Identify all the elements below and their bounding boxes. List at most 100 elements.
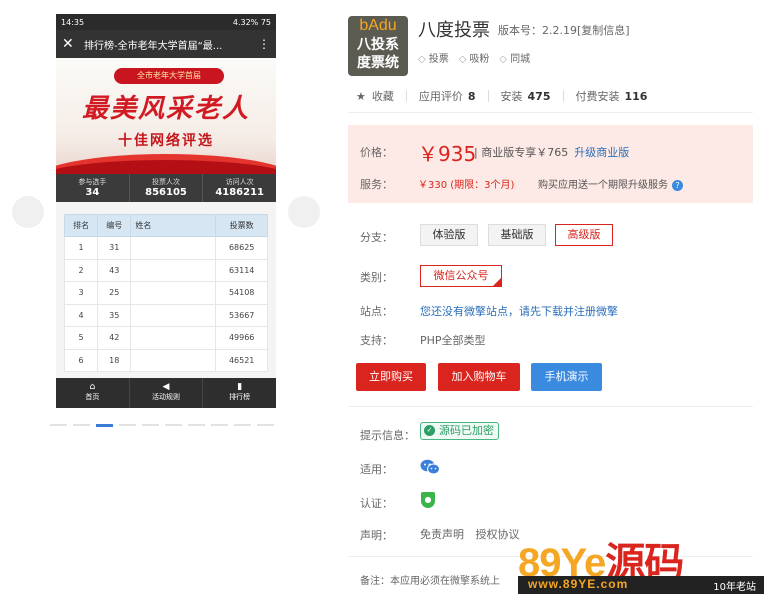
cell-name [130,258,217,282]
tab-home[interactable]: ⌂ 首页 [56,378,130,408]
remark-text: 备注：本应用必须在微擎系统上 [360,576,500,587]
help-icon[interactable]: ? [672,180,683,191]
tab-ranking[interactable]: ▮ 排行榜 [203,378,276,408]
logo-text-line1: 八投系 [357,37,399,53]
paid-value: 116 [624,90,648,103]
license-link[interactable]: 授权协议 [476,528,520,541]
page-dot[interactable] [119,424,136,426]
cell-number: 18 [97,348,132,372]
tag-icon: ◇ [418,54,426,65]
price-value: ￥935 [418,142,477,166]
phone-tab-bar: ⌂ 首页 ◀ 活动规则 ▮ 排行榜 [56,378,276,408]
phone-status-bar: 14:35 4.32% 75 [56,14,276,30]
branch-option-basic[interactable]: 基础版 [488,224,546,246]
disclaimer-link[interactable]: 免责声明 [420,528,464,541]
app-detail-panel: bAdu 八投系 度票统 八度投票 版本号：2.2.19[复制信息] ◇ 投票 ◇… [348,0,758,600]
add-to-cart-button[interactable]: 加入购物车 [438,363,520,391]
tag-label: 同城 [510,54,531,65]
watermark-url: www.89YE.com [528,577,629,591]
stat-votes: 投票人次 856105 [130,174,204,202]
support-value: PHP全部类型 [420,334,486,347]
col-number: 编号 [97,214,132,237]
site-label: 站点： [360,305,393,318]
cell-name [130,303,217,327]
cell-rank: 4 [63,303,99,327]
branch-option-advanced[interactable]: 高级版 [555,224,613,246]
cell-rank: 1 [63,236,99,260]
screenshot-gallery: 14:35 4.32% 75 ✕ 排行榜-全市老年大学首届“最... ⋮ 全市老… [0,0,330,600]
watermark-bar: www.89YE.com 10年老站 [518,576,764,594]
app-metrics: ★ 收藏 应用评价 8 安装 475 付费安装 116 [356,88,647,104]
collect-label: 收藏 [371,90,394,103]
wechat-icon [420,459,440,475]
banner-pill: 全市老年大学首届 [114,68,224,84]
banner-subtitle: 十佳网络评选 [118,133,214,149]
cell-rank: 6 [63,348,99,372]
app-tags: ◇ 投票 ◇ 吸粉 ◇ 同城 [418,50,530,65]
page-dot[interactable] [211,424,228,426]
upgrade-link[interactable]: 升级商业版 [574,146,629,159]
price-note: | 商业版专享￥765 升级商业版 [474,144,629,160]
table-row: 1 31 68625 [63,236,268,260]
table-row: 5 42 49966 [63,326,268,350]
buy-now-button[interactable]: 立即购买 [356,363,426,391]
table-row: 2 43 63114 [63,258,268,282]
tag-item[interactable]: ◇ 吸粉 [459,50,490,65]
cell-number: 42 [97,326,132,350]
cell-number: 31 [97,236,132,260]
stat-label: 访问人次 [225,178,254,186]
cell-name [130,236,217,260]
cell-votes: 49966 [215,326,268,350]
stat-value: 856105 [145,187,187,198]
badge-text: 源码已加密 [439,424,494,437]
mobile-demo-button[interactable]: 手机演示 [531,363,602,391]
support-label: 支持： [360,334,393,347]
divider [348,112,753,113]
paid-metric: 付费安装 116 [576,88,648,104]
tag-label: 吸粉 [469,54,490,65]
install-label: 安装 [500,90,523,103]
tag-icon: ◇ [499,54,508,65]
collect-button[interactable]: ★ 收藏 [356,88,394,104]
table-row: 4 35 53667 [63,303,268,327]
tag-item[interactable]: ◇ 同城 [499,50,530,65]
service-note-text: 购买应用送一个期限升级服务 [538,180,668,191]
paid-label: 付费安装 [575,90,620,103]
rating-label: 应用评价 [418,90,463,103]
branch-option-trial[interactable]: 体验版 [420,224,478,246]
declare-links: 免责声明 授权协议 [420,526,528,542]
site-register-link[interactable]: 您还没有微擎站点，请先下载并注册微擎 [420,303,618,319]
app-logo: bAdu 八投系 度票统 [348,16,408,76]
next-arrow-button[interactable] [288,196,320,228]
price-box: 价格： ￥935 | 商业版专享￥765 升级商业版 服务： ￥330 (期限：3… [348,125,753,203]
prev-arrow-button[interactable] [12,196,44,228]
cell-number: 25 [97,281,132,305]
page-dot[interactable] [165,424,182,426]
phone-page-title: 排行榜-全市老年大学首届“最... [84,40,223,52]
phone-title-bar: ✕ 排行榜-全市老年大学首届“最... ⋮ [56,30,276,58]
star-icon: ★ [356,90,366,103]
tab-rules[interactable]: ◀ 活动规则 [130,378,204,408]
page-dot[interactable] [257,424,274,426]
megaphone-icon: ◀ [162,382,170,392]
banner-wave [56,154,276,174]
stat-value: 34 [85,187,100,198]
stat-label: 参与选手 [78,178,107,186]
page-dot[interactable] [50,424,67,426]
category-option[interactable]: 微信公众号 ✓ [420,265,502,287]
fit-label: 适用： [360,463,393,476]
page-dot[interactable] [142,424,159,426]
cell-number: 35 [97,303,132,327]
cell-rank: 3 [63,281,99,305]
tag-item[interactable]: ◇ 投票 [418,50,449,65]
close-icon: ✕ [62,36,74,52]
page-dot-active[interactable] [96,424,113,427]
banner-headline: 最美风采老人 [81,94,250,124]
cell-votes: 68625 [215,236,268,260]
cell-name [130,326,217,350]
cert-label: 认证： [360,497,393,510]
page-dot[interactable] [188,424,205,426]
page-dot[interactable] [73,424,90,426]
page-dot[interactable] [234,424,251,426]
app-version[interactable]: 版本号：2.2.19[复制信息] [498,22,630,38]
